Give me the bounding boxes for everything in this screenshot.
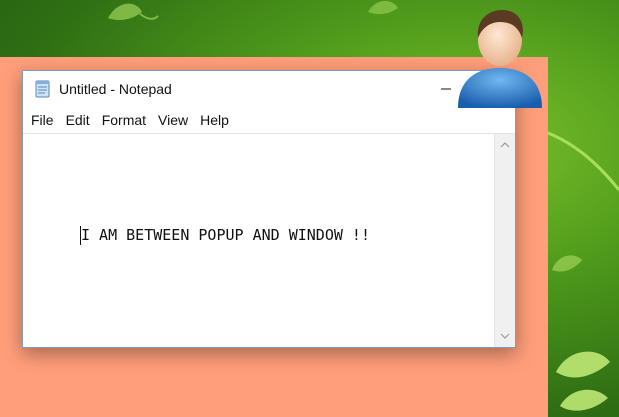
leaf-decoration-icon xyxy=(556,351,610,411)
vertical-scrollbar[interactable] xyxy=(494,134,515,347)
chevron-down-icon xyxy=(500,333,510,339)
scroll-down-button[interactable] xyxy=(495,327,515,345)
menu-bar: File Edit Format View Help xyxy=(23,107,515,133)
user-avatar-icon[interactable] xyxy=(452,4,548,112)
scroll-up-button[interactable] xyxy=(495,136,515,154)
text-editor-area[interactable]: I AM BETWEEN POPUP AND WINDOW !! xyxy=(23,133,515,347)
leaf-decoration-icon xyxy=(552,255,582,272)
notepad-icon xyxy=(35,80,50,98)
menu-format[interactable]: Format xyxy=(96,107,152,133)
window-title: Untitled - Notepad xyxy=(59,81,172,97)
menu-help[interactable]: Help xyxy=(194,107,235,133)
menu-edit[interactable]: Edit xyxy=(60,107,96,133)
chevron-up-icon xyxy=(500,142,510,148)
notepad-window: Untitled - Notepad File Edit Format View… xyxy=(22,70,516,348)
minimize-icon xyxy=(441,88,451,90)
title-bar[interactable]: Untitled - Notepad xyxy=(23,71,515,107)
menu-file[interactable]: File xyxy=(25,107,60,133)
leaf-decoration-icon xyxy=(108,3,159,20)
editor-text: I AM BETWEEN POPUP AND WINDOW !! xyxy=(81,226,370,244)
vine-decoration-icon xyxy=(540,128,619,191)
menu-view[interactable]: View xyxy=(152,107,194,133)
leaf-decoration-icon xyxy=(368,0,398,15)
